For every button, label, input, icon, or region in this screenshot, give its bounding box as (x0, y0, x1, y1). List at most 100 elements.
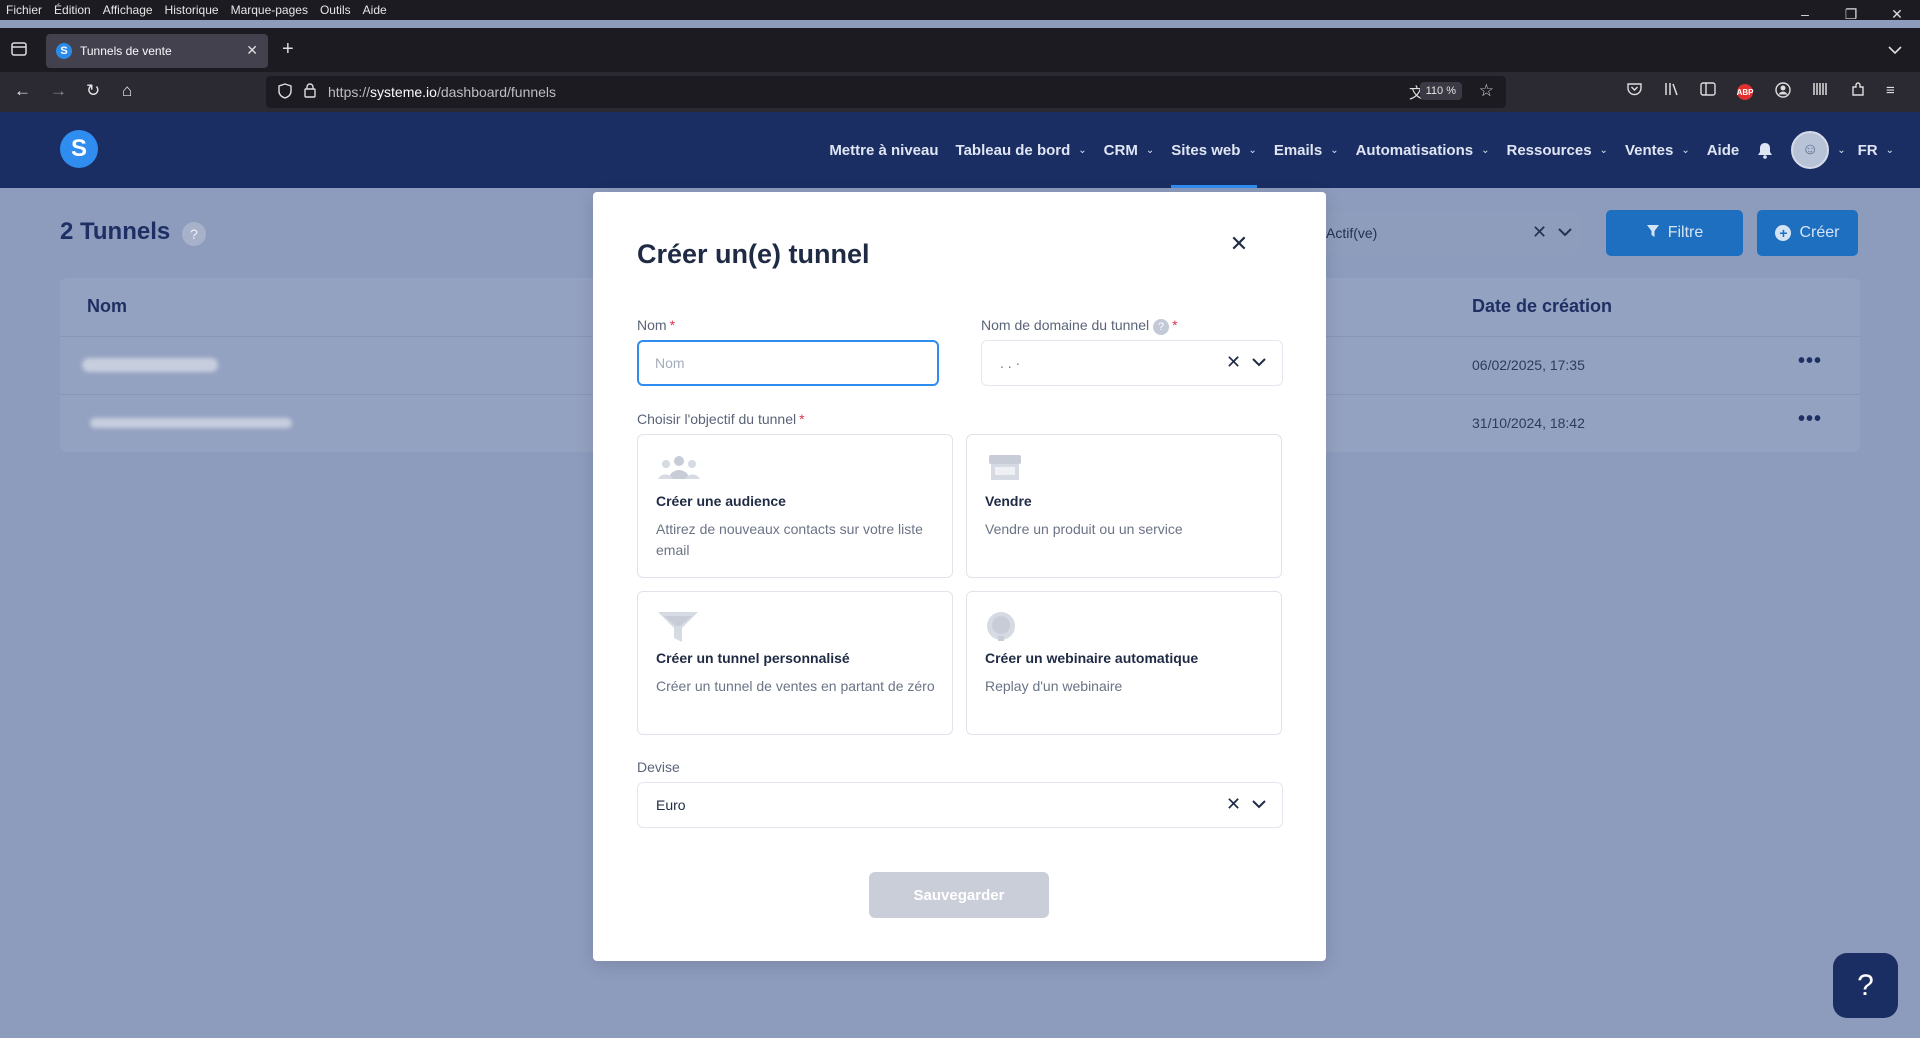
nav-automatisations[interactable]: Automatisations ⌄ (1356, 112, 1490, 188)
goal-description: Attirez de nouveaux contacts sur votre l… (656, 521, 923, 558)
bell-icon[interactable] (1756, 141, 1774, 159)
nav-ressources[interactable]: Ressources ⌄ (1506, 112, 1607, 188)
goal-description: Vendre un produit ou un service (985, 521, 1183, 537)
help-icon[interactable]: ? (182, 222, 206, 246)
clear-icon[interactable]: ✕ (1532, 222, 1547, 243)
tab-list-icon[interactable] (10, 40, 30, 60)
avatar-chevron-icon[interactable]: ⌄ (1837, 112, 1845, 188)
nav-emails[interactable]: Emails ⌄ (1274, 112, 1339, 188)
filter-button[interactable]: Filtre (1606, 210, 1743, 256)
adblock-icon[interactable]: ABP (1737, 84, 1753, 100)
clear-icon[interactable]: ✕ (1226, 352, 1241, 373)
chevron-down-icon[interactable] (1252, 796, 1266, 812)
menu-affichage[interactable]: Affichage (103, 3, 153, 17)
chevron-down-icon: ⌄ (1599, 144, 1608, 156)
domain-select[interactable]: . . · ✕ (981, 340, 1283, 386)
nav-aide[interactable]: Aide (1707, 112, 1740, 188)
goal-card-sell[interactable]: Vendre Vendre un produit ou un service (966, 434, 1282, 578)
nav-ventes[interactable]: Ventes ⌄ (1625, 112, 1690, 188)
back-icon[interactable]: ← (14, 81, 31, 101)
lock-icon[interactable] (304, 83, 316, 102)
account-icon[interactable] (1775, 82, 1791, 102)
filter-icon (1646, 224, 1660, 243)
store-icon (985, 453, 1029, 483)
sidebar-icon[interactable] (1700, 82, 1716, 100)
tab-close-icon[interactable]: ✕ (246, 42, 258, 59)
new-tab-icon[interactable]: + (282, 39, 294, 59)
puzzle-icon[interactable] (1850, 82, 1866, 102)
close-icon[interactable]: ✕ (1227, 231, 1251, 256)
column-header-created[interactable]: Date de création (1472, 296, 1612, 317)
row-actions-icon[interactable]: ••• (1798, 350, 1822, 373)
goal-title: Créer un tunnel personnalisé (656, 650, 850, 666)
menu-marque-pages[interactable]: Marque-pages (231, 3, 308, 17)
tabs-list-chevron-icon[interactable] (1888, 42, 1902, 58)
bookmark-star-icon[interactable]: ☆ (1479, 81, 1494, 101)
menu-outils[interactable]: Outils (320, 3, 351, 17)
row-actions-icon[interactable]: ••• (1798, 408, 1822, 431)
clear-icon[interactable]: ✕ (1226, 794, 1241, 815)
menu-edition[interactable]: Édition (54, 3, 91, 17)
chevron-down-icon: ⌄ (1885, 144, 1894, 156)
menu-historique[interactable]: Historique (165, 3, 219, 17)
reload-icon[interactable]: ↻ (86, 81, 100, 101)
name-label: Nom * (637, 317, 676, 333)
forward-icon[interactable]: → (50, 81, 67, 101)
menu-aide[interactable]: Aide (363, 3, 387, 17)
chevron-down-icon: ⌄ (1681, 144, 1690, 156)
shield-icon[interactable] (278, 83, 292, 103)
goal-description: Créer un tunnel de ventes en partant de … (656, 678, 935, 694)
goal-card-audience[interactable]: Créer une audience Attirez de nouveaux c… (637, 434, 953, 578)
extensions-icon[interactable] (1812, 82, 1828, 100)
close-window-button[interactable]: ✕ (1874, 0, 1920, 28)
name-input[interactable] (637, 340, 939, 386)
url-bar[interactable]: https://systeme.io/dashboard/funnels 文 1… (266, 76, 1506, 108)
column-header-name[interactable]: Nom (87, 296, 127, 317)
tab-bar: S Tunnels de vente ✕ + (0, 28, 1920, 72)
tab-tunnels-de-vente[interactable]: S Tunnels de vente ✕ (46, 34, 268, 68)
goal-title: Créer un webinaire automatique (985, 650, 1199, 666)
nav-tableau-de-bord[interactable]: Tableau de bord ⌄ (956, 112, 1087, 188)
save-button[interactable]: Sauvegarder (869, 872, 1049, 918)
domain-select-value: . . · (1000, 355, 1021, 371)
currency-select-value: Euro (656, 797, 686, 813)
chevron-down-icon[interactable] (1252, 354, 1266, 370)
browser-menubar: Fichier Édition Affichage Historique Mar… (0, 0, 1920, 20)
zoom-level[interactable]: 110 % (1419, 82, 1462, 100)
help-icon: ? (1153, 319, 1170, 335)
filter-button-label: Filtre (1667, 224, 1704, 241)
menu-icon[interactable]: ≡ (1886, 82, 1895, 99)
goal-description: Replay d'un webinaire (985, 678, 1123, 694)
home-icon[interactable]: ⌂ (122, 81, 132, 101)
nav-sites-web[interactable]: Sites web ⌄ (1171, 112, 1257, 188)
url-text: https://systeme.io/dashboard/funnels (328, 84, 557, 100)
goal-title: Créer une audience (656, 493, 786, 509)
table-row-date: 31/10/2024, 18:42 (1472, 415, 1585, 431)
goal-card-custom-funnel[interactable]: Créer un tunnel personnalisé Créer un tu… (637, 591, 953, 735)
chevron-down-icon[interactable] (1558, 224, 1572, 240)
avatar[interactable]: ☺ (1791, 131, 1830, 169)
help-chat-button[interactable]: ? (1833, 953, 1898, 1018)
restore-button[interactable]: ❐ (1828, 0, 1874, 28)
main-nav: Mettre à niveau Tableau de bord ⌄ CRM ⌄ Si… (829, 112, 1920, 188)
currency-select[interactable]: Euro ✕ (637, 782, 1283, 828)
systeme-logo[interactable]: S (60, 130, 98, 168)
table-row-name-redacted[interactable] (90, 418, 292, 428)
table-row-name-redacted[interactable] (82, 358, 218, 372)
language-selector[interactable]: FR ⌄ (1858, 112, 1894, 188)
window-controls: – ❐ ✕ (1782, 0, 1920, 28)
status-filter-select[interactable]: Actif(ve) ✕ (1300, 212, 1580, 254)
status-filter-value: Actif(ve) (1326, 225, 1378, 241)
nav-mettre-a-niveau[interactable]: Mettre à niveau (829, 112, 938, 188)
goal-card-webinar[interactable]: Créer un webinaire automatique Replay d'… (966, 591, 1282, 735)
library-icon[interactable] (1664, 82, 1680, 100)
chevron-down-icon: ⌄ (1145, 144, 1155, 156)
minimize-button[interactable]: – (1782, 0, 1828, 28)
table-row-date: 06/02/2025, 17:35 (1472, 357, 1585, 373)
menu-fichier[interactable]: Fichier (6, 3, 42, 17)
goal-label: Choisir l'objectif du tunnel * (637, 411, 805, 427)
chevron-down-icon: ⌄ (1330, 144, 1339, 156)
pocket-icon[interactable] (1627, 82, 1642, 100)
nav-crm[interactable]: CRM ⌄ (1104, 112, 1155, 188)
create-button[interactable]: + Créer (1757, 210, 1858, 256)
